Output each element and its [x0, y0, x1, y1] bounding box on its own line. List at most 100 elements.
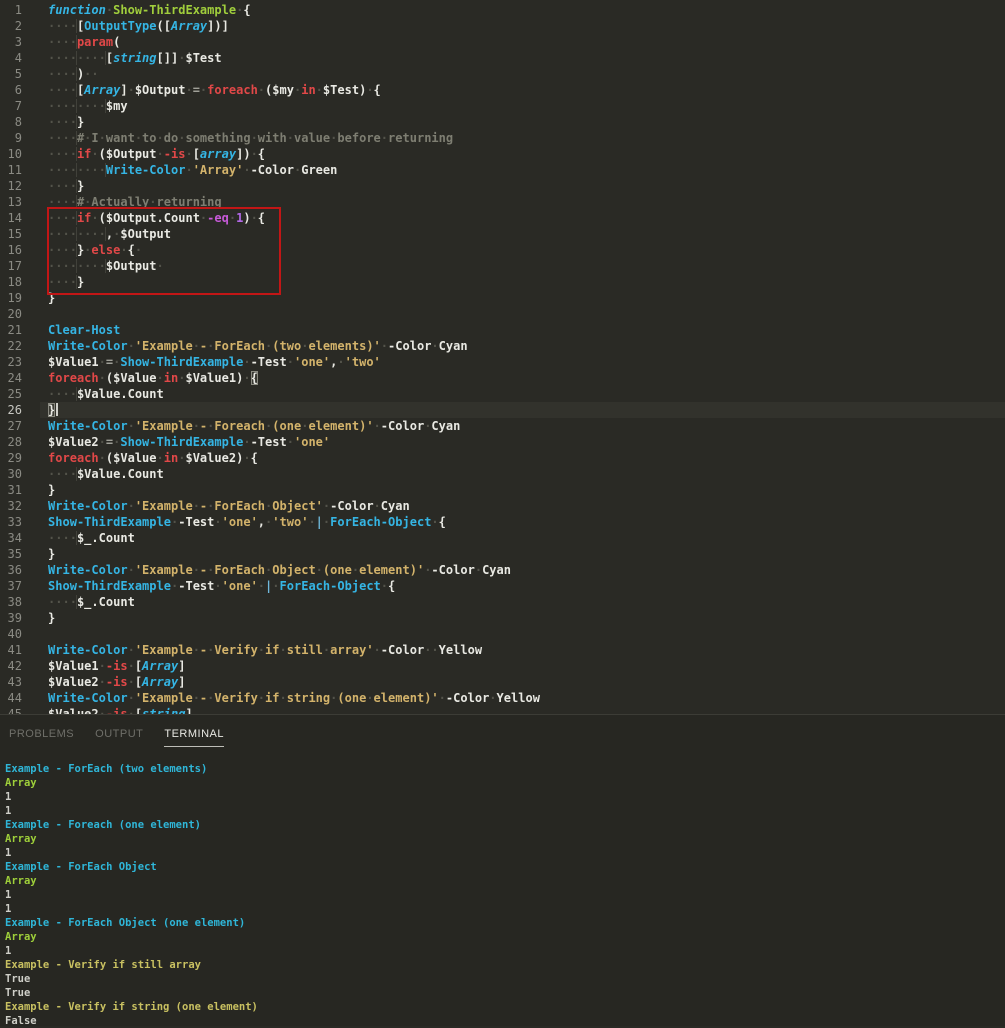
line-number[interactable]: 36	[0, 562, 22, 578]
code-line[interactable]: 40	[0, 626, 1005, 642]
code-line[interactable]: 27Write-Color·'Example·-·Foreach·(one·el…	[0, 418, 1005, 434]
code-text: Show-ThirdExample·-Test·'one'·|·ForEach-…	[48, 578, 395, 594]
line-number[interactable]: 41	[0, 642, 22, 658]
code-line[interactable]: 41Write-Color·'Example·-·Verify·if·still…	[0, 642, 1005, 658]
line-number[interactable]: 28	[0, 434, 22, 450]
line-number[interactable]: 12	[0, 178, 22, 194]
code-line[interactable]: 42$Value1·-is·[Array]	[0, 658, 1005, 674]
line-number[interactable]: 14	[0, 210, 22, 226]
line-number[interactable]: 23	[0, 354, 22, 370]
line-number[interactable]: 35	[0, 546, 22, 562]
tab-problems[interactable]: PROBLEMS	[9, 728, 74, 747]
line-number[interactable]: 13	[0, 194, 22, 210]
code-line[interactable]: 19}	[0, 290, 1005, 306]
line-number[interactable]: 6	[0, 82, 22, 98]
line-number[interactable]: 26	[0, 402, 22, 418]
tab-output[interactable]: OUTPUT	[95, 728, 143, 747]
line-number[interactable]: 25	[0, 386, 22, 402]
line-number[interactable]: 11	[0, 162, 22, 178]
line-number[interactable]: 34	[0, 530, 22, 546]
code-line[interactable]: 44Write-Color·'Example·-·Verify·if·strin…	[0, 690, 1005, 706]
tab-terminal[interactable]: TERMINAL	[164, 728, 224, 747]
code-text: Show-ThirdExample·-Test·'one',·'two'·|·F…	[48, 514, 446, 530]
line-number[interactable]: 18	[0, 274, 22, 290]
code-line[interactable]: 43$Value2·-is·[Array]	[0, 674, 1005, 690]
code-line[interactable]: 24foreach·($Value·in·$Value1)·{	[0, 370, 1005, 386]
line-number[interactable]: 37	[0, 578, 22, 594]
code-line[interactable]: 7········$my	[0, 98, 1005, 114]
code-line[interactable]: 9····#·I·want·to·do·something·with·value…	[0, 130, 1005, 146]
code-line[interactable]: 38 ····$_.Count	[0, 594, 1005, 610]
code-line[interactable]: 39}	[0, 610, 1005, 626]
code-line[interactable]: 6····[Array]·$Output·=·foreach·($my·in·$…	[0, 82, 1005, 98]
line-number[interactable]: 31	[0, 482, 22, 498]
line-number[interactable]: 32	[0, 498, 22, 514]
line-number[interactable]: 43	[0, 674, 22, 690]
code-text: Clear-Host	[48, 322, 120, 338]
line-number[interactable]: 10	[0, 146, 22, 162]
line-number[interactable]: 15	[0, 226, 22, 242]
code-line[interactable]: 33 Show-ThirdExample·-Test·'one',·'two'·|…	[0, 514, 1005, 530]
code-line[interactable]: 1function·Show-ThirdExample·{	[0, 2, 1005, 18]
line-number[interactable]: 24	[0, 370, 22, 386]
code-line[interactable]: 30····$Value.Count	[0, 466, 1005, 482]
line-number[interactable]: 9	[0, 130, 22, 146]
line-number[interactable]: 30	[0, 466, 22, 482]
code-line[interactable]: 14····if·($Output.Count·-eq·1)·{	[0, 210, 1005, 226]
terminal-output[interactable]: Example - ForEach (two elements)Array11E…	[0, 747, 1005, 1028]
line-number[interactable]: 27	[0, 418, 22, 434]
line-number[interactable]: 16	[0, 242, 22, 258]
code-line[interactable]: 17········$Output·	[0, 258, 1005, 274]
line-number[interactable]: 29	[0, 450, 22, 466]
code-line[interactable]: 34····$_.Count	[0, 530, 1005, 546]
code-line[interactable]: 28$Value2·=·Show-ThirdExample·-Test·'one…	[0, 434, 1005, 450]
line-number[interactable]: 38	[0, 594, 22, 610]
code-line[interactable]: 37 Show-ThirdExample·-Test·'one'·|·ForEac…	[0, 578, 1005, 594]
line-number[interactable]: 2	[0, 18, 22, 34]
line-number[interactable]: 40	[0, 626, 22, 642]
code-line[interactable]: 31}	[0, 482, 1005, 498]
line-number[interactable]: 22	[0, 338, 22, 354]
code-line[interactable]: 4········[string[]]·$Test	[0, 50, 1005, 66]
line-number[interactable]: 33	[0, 514, 22, 530]
code-line[interactable]: 2····[OutputType([Array])]	[0, 18, 1005, 34]
code-line[interactable]: 35}	[0, 546, 1005, 562]
code-line[interactable]: 23$Value1·=·Show-ThirdExample·-Test·'one…	[0, 354, 1005, 370]
code-editor[interactable]: 1function·Show-ThirdExample·{2····[Outpu…	[0, 0, 1005, 714]
code-line[interactable]: 10····if·($Output·-is·[array])·{	[0, 146, 1005, 162]
line-number[interactable]: 7	[0, 98, 22, 114]
code-text: ····$_.Count	[48, 594, 135, 610]
line-number[interactable]: 20	[0, 306, 22, 322]
code-text: ········,·$Output	[48, 226, 171, 242]
line-number[interactable]: 42	[0, 658, 22, 674]
code-line[interactable]: 11········Write-Color·'Array'·-Color·Gre…	[0, 162, 1005, 178]
code-line[interactable]: 3····param(	[0, 34, 1005, 50]
code-line[interactable]: 22Write-Color·'Example·-·ForEach·(two·el…	[0, 338, 1005, 354]
code-line[interactable]: 5····)··	[0, 66, 1005, 82]
code-line[interactable]: 36Write-Color·'Example·-·ForEach·Object·…	[0, 562, 1005, 578]
line-number[interactable]: 21	[0, 322, 22, 338]
code-line[interactable]: 18····}	[0, 274, 1005, 290]
code-line[interactable]: 15 ········,·$Output	[0, 226, 1005, 242]
code-line[interactable]: 8····}	[0, 114, 1005, 130]
code-line[interactable]: 32Write-Color·'Example·-·ForEach·Object'…	[0, 498, 1005, 514]
line-number[interactable]: 17	[0, 258, 22, 274]
code-line[interactable]: 20	[0, 306, 1005, 322]
line-number[interactable]: 44	[0, 690, 22, 706]
line-number[interactable]: 3	[0, 34, 22, 50]
code-line[interactable]: 29foreach·($Value·in·$Value2)·{	[0, 450, 1005, 466]
code-line[interactable]: 25····$Value.Count	[0, 386, 1005, 402]
code-line[interactable]: 21 Clear-Host	[0, 322, 1005, 338]
line-number[interactable]: 4	[0, 50, 22, 66]
line-number[interactable]: 39	[0, 610, 22, 626]
code-line[interactable]: 26}	[0, 402, 1005, 418]
line-number[interactable]: 45	[0, 706, 22, 714]
code-line[interactable]: 13····#·Actually·returning	[0, 194, 1005, 210]
code-line[interactable]: 45$Value2·-is·[string]	[0, 706, 1005, 714]
line-number[interactable]: 8	[0, 114, 22, 130]
code-line[interactable]: 12····}	[0, 178, 1005, 194]
line-number[interactable]: 19	[0, 290, 22, 306]
code-line[interactable]: 16····}·else·{·	[0, 242, 1005, 258]
line-number[interactable]: 1	[0, 2, 22, 18]
line-number[interactable]: 5	[0, 66, 22, 82]
